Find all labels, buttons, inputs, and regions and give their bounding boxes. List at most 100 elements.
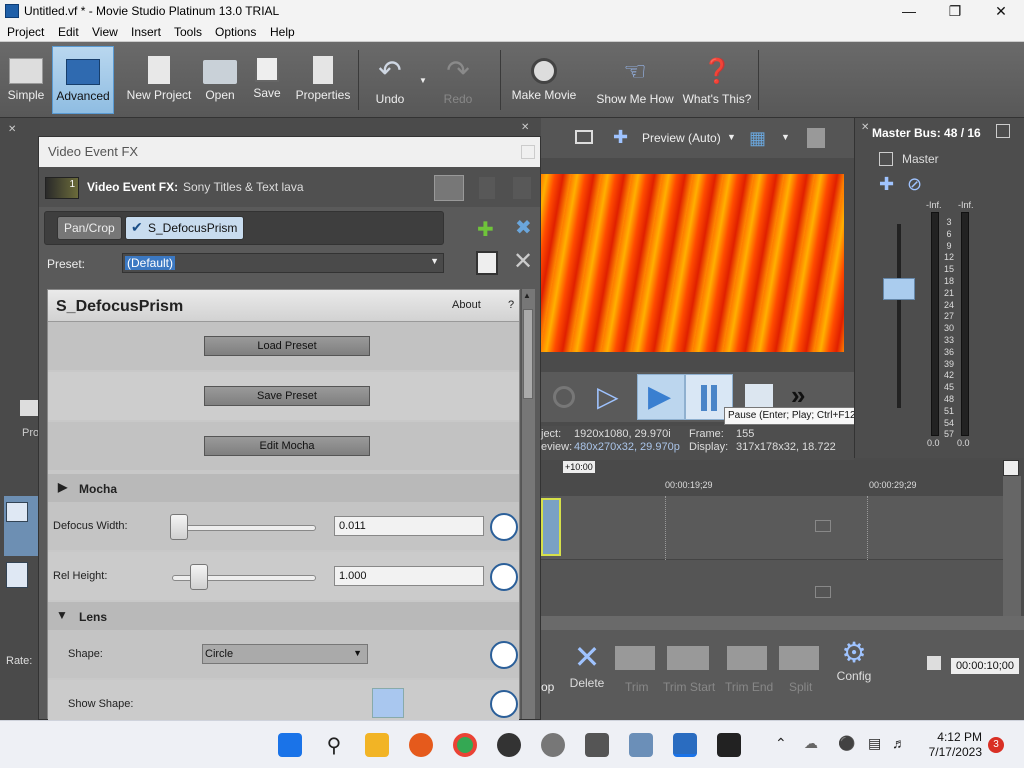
trim-end-button[interactable]: Trim End — [725, 680, 773, 694]
tray-network-icon[interactable]: ▤ — [868, 735, 881, 752]
menu-help[interactable]: Help — [270, 25, 295, 39]
menu-insert[interactable]: Insert — [131, 25, 161, 39]
time-readout[interactable]: 00:00:10;00 — [951, 658, 1019, 674]
panel-close-icon[interactable]: ✕ — [861, 122, 869, 133]
preview-move-icon[interactable]: ✚ — [613, 127, 628, 148]
trim-button[interactable]: Trim — [625, 680, 649, 694]
tray-time[interactable]: 4:12 PM — [920, 730, 982, 744]
movie-studio-active-icon[interactable] — [673, 733, 697, 757]
undo-button[interactable]: ↶ Undo — [370, 46, 410, 114]
delete-preset-icon[interactable]: ✕ — [513, 247, 533, 276]
fx-window-close-icon[interactable] — [521, 145, 535, 159]
chrome-icon[interactable] — [453, 733, 477, 757]
chain-item-pan-crop[interactable]: Pan/Crop — [57, 216, 122, 240]
whats-this-button[interactable]: ❓ What's This? — [682, 46, 752, 114]
time-format-icon[interactable] — [927, 656, 941, 670]
master-mute-icon[interactable]: ⊘ — [907, 174, 922, 195]
grid-icon[interactable]: ▦ — [749, 128, 766, 149]
preset-dropdown[interactable]: (Default) ▼ — [122, 253, 444, 273]
save-button[interactable]: Save — [250, 46, 284, 114]
delete-button[interactable]: ✕ Delete — [567, 638, 607, 708]
advanced-button[interactable]: Advanced — [52, 46, 114, 114]
edit-mocha-button[interactable]: Edit Mocha — [204, 436, 370, 456]
show-shape-checkbox[interactable] — [372, 688, 404, 718]
tray-date[interactable]: 7/17/2023 — [916, 745, 982, 759]
notification-badge[interactable]: 3 — [988, 737, 1004, 753]
shape-dropdown[interactable]: Circle ▼ — [202, 644, 368, 664]
about-link[interactable]: About — [452, 299, 481, 311]
preview-mode-label[interactable]: Preview (Auto) — [642, 131, 721, 145]
terminal-icon[interactable] — [717, 733, 741, 757]
timeline-vscroll[interactable] — [1003, 476, 1021, 630]
keyframe-clock-icon[interactable] — [490, 641, 518, 669]
menu-edit[interactable]: Edit — [58, 25, 79, 39]
keyframe-clock-icon[interactable] — [490, 513, 518, 541]
new-project-button[interactable]: New Project — [124, 46, 194, 114]
master-fader-track[interactable] — [897, 224, 901, 408]
menu-view[interactable]: View — [92, 25, 118, 39]
properties-button[interactable]: Properties — [294, 46, 352, 114]
monitor-icon[interactable] — [575, 130, 593, 144]
rel-height-input[interactable]: 1.000 — [334, 566, 484, 586]
video-event-clip[interactable] — [541, 498, 561, 556]
chain-arrow-icon[interactable] — [479, 177, 495, 199]
plugin-scrollbar[interactable]: ▲ — [521, 289, 535, 719]
scrollbar-thumb[interactable] — [523, 309, 533, 399]
master-checkbox[interactable] — [879, 152, 893, 166]
preview-close-icon[interactable]: ✕ — [521, 122, 529, 133]
master-fx-icon[interactable]: ✚ — [879, 174, 894, 195]
master-bus-properties-icon[interactable] — [996, 124, 1010, 138]
maximize-button[interactable]: ❐ — [932, 0, 978, 22]
redo-button[interactable]: ↷ Redo — [438, 46, 478, 114]
load-preset-button[interactable]: Load Preset — [204, 336, 370, 356]
menu-options[interactable]: Options — [215, 25, 256, 39]
chevron-down-icon[interactable]: ▼ — [727, 132, 736, 142]
defocus-width-input[interactable]: 0.011 — [334, 516, 484, 536]
save-preset-icon[interactable] — [476, 251, 498, 275]
file-explorer-icon[interactable] — [365, 733, 389, 757]
tray-mic-icon[interactable]: ⚫ — [838, 735, 855, 752]
panel-close-icon[interactable]: ✕ — [8, 124, 16, 135]
help-link[interactable]: ? — [508, 299, 514, 311]
minimize-button[interactable]: — — [886, 0, 932, 22]
task-manager-icon[interactable] — [629, 733, 653, 757]
show-me-how-button[interactable]: ☜ Show Me How — [594, 46, 676, 114]
tray-volume-icon[interactable]: ♬ — [892, 735, 906, 751]
timeline-hscroll[interactable] — [541, 616, 1024, 630]
lens-section[interactable]: ▼ Lens — [48, 602, 519, 630]
rel-height-slider-thumb[interactable] — [190, 564, 208, 590]
remove-plugin-icon[interactable]: ✖ — [515, 215, 532, 240]
obs-icon[interactable] — [497, 733, 521, 757]
keyframe-clock-icon[interactable] — [490, 690, 518, 718]
simple-button[interactable]: Simple — [4, 46, 48, 114]
copy-snapshot-icon[interactable] — [807, 128, 825, 148]
chevron-down-icon[interactable]: ▼ — [781, 132, 790, 142]
chain-remove-icon[interactable] — [513, 177, 531, 199]
movie-studio-icon[interactable] — [585, 733, 609, 757]
add-plugin-icon[interactable]: ✚ — [477, 217, 494, 242]
close-button[interactable]: ✕ — [978, 0, 1024, 22]
mocha-section[interactable]: ▶ Mocha — [48, 474, 519, 502]
undo-dropdown[interactable]: ▼ — [418, 46, 428, 114]
settings-gear-icon[interactable] — [541, 733, 565, 757]
make-movie-button[interactable]: Make Movie — [508, 46, 580, 114]
defocus-width-slider-track[interactable] — [170, 525, 316, 531]
play-from-start-icon[interactable]: ▷ — [597, 380, 619, 413]
scroll-up-icon[interactable]: ▲ — [523, 291, 531, 300]
chain-item-defocus-prism[interactable]: ✔ S_DefocusPrism — [125, 216, 245, 240]
record-icon[interactable] — [553, 386, 575, 408]
tray-chevron-up-icon[interactable]: ⌃ — [775, 735, 787, 752]
open-button[interactable]: Open — [200, 46, 240, 114]
firefox-icon[interactable] — [409, 733, 433, 757]
timeline-marker-icon[interactable] — [1003, 460, 1019, 476]
menu-project[interactable]: Project — [7, 25, 44, 39]
plugin-chain-button[interactable] — [434, 175, 464, 201]
play-button[interactable]: ▶ — [637, 374, 685, 420]
trim-start-button[interactable]: Trim Start — [663, 680, 715, 694]
save-preset-button[interactable]: Save Preset — [204, 386, 370, 406]
search-icon[interactable]: ⚲ — [322, 733, 346, 757]
keyframe-clock-icon[interactable] — [490, 563, 518, 591]
split-button[interactable]: Split — [789, 680, 812, 694]
master-fader-thumb[interactable] — [883, 278, 915, 300]
start-windows-icon[interactable] — [278, 733, 302, 757]
